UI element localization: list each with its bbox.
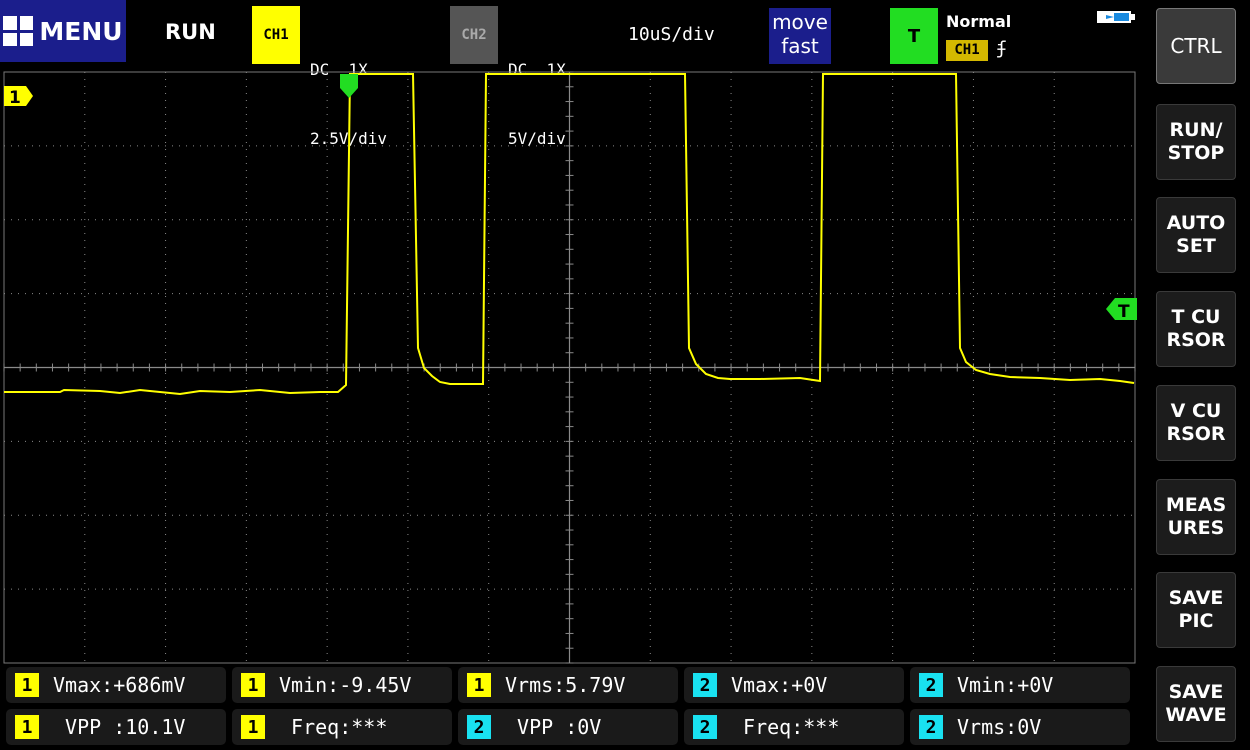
meas-text: VPP :0V: [505, 715, 602, 739]
svg-text:T: T: [1118, 302, 1130, 322]
waveform-display[interactable]: 1 T: [0, 68, 1150, 665]
meas-text: Freq:***: [279, 715, 388, 739]
meas-ch2-vmin[interactable]: 2 Vmin:+0V: [910, 667, 1130, 703]
channel-badge: 2: [693, 673, 717, 697]
channel-badge: 1: [241, 715, 265, 739]
battery-icon: [1097, 11, 1135, 23]
meas-text: Vmin:+0V: [957, 673, 1054, 697]
rising-edge-icon[interactable]: ʄ: [996, 38, 1007, 59]
v-cursor-button[interactable]: V CU RSOR: [1156, 385, 1236, 461]
menu-button[interactable]: MENU: [0, 0, 126, 62]
meas-text: Vrms:0V: [957, 715, 1042, 739]
graticule-grid: [3, 71, 1136, 664]
trigger-mode[interactable]: Normal: [946, 12, 1011, 31]
meas-ch2-vpp[interactable]: 2 VPP :0V: [458, 709, 678, 745]
speed-label: fast: [781, 34, 819, 58]
channel-badge: 2: [919, 715, 943, 739]
meas-ch1-vpp[interactable]: 1 VPP :10.1V: [6, 709, 226, 745]
channel-badge: 2: [919, 673, 943, 697]
meas-ch1-freq[interactable]: 1 Freq:***: [232, 709, 452, 745]
move-speed-button[interactable]: move fast: [769, 8, 831, 64]
meas-text: Vrms:5.79V: [505, 673, 626, 697]
trigger-position-marker[interactable]: [340, 74, 358, 98]
ch1-level-marker[interactable]: 1: [4, 86, 33, 108]
timebase-setting[interactable]: 10uS/div: [628, 24, 715, 45]
meas-text: Vmin:-9.45V: [279, 673, 412, 697]
meas-ch2-freq[interactable]: 2 Freq:***: [684, 709, 904, 745]
svg-text:1: 1: [9, 88, 21, 108]
meas-ch1-vrms[interactable]: 1 Vrms:5.79V: [458, 667, 678, 703]
meas-ch1-vmax[interactable]: 1 Vmax:+686mV: [6, 667, 226, 703]
channel-badge: 1: [467, 673, 491, 697]
meas-text: Freq:***: [731, 715, 840, 739]
meas-text: Vmax:+0V: [731, 673, 828, 697]
grid-icon: [3, 16, 34, 46]
save-pic-button[interactable]: SAVE PIC: [1156, 572, 1236, 648]
auto-set-button[interactable]: AUTO SET: [1156, 197, 1236, 273]
save-wave-button[interactable]: SAVE WAVE: [1156, 666, 1236, 742]
menu-label: MENU: [39, 16, 123, 46]
channel-badge: 1: [15, 715, 39, 739]
trigger-level-marker[interactable]: T: [1106, 298, 1137, 322]
top-bar: MENU RUN CH1 DC 1X 2.5V/div CH2 DC 1X 5V…: [0, 0, 1150, 148]
trigger-button[interactable]: T: [890, 8, 938, 64]
move-label: move: [772, 10, 828, 34]
run-stop-button[interactable]: RUN/ STOP: [1156, 104, 1236, 180]
meas-ch2-vrms[interactable]: 2 Vrms:0V: [910, 709, 1130, 745]
meas-ch2-vmax[interactable]: 2 Vmax:+0V: [684, 667, 904, 703]
ctrl-button[interactable]: CTRL: [1156, 8, 1236, 84]
channel-badge: 2: [467, 715, 491, 739]
meas-ch1-vmin[interactable]: 1 Vmin:-9.45V: [232, 667, 452, 703]
trigger-source[interactable]: CH1: [946, 40, 988, 61]
t-cursor-button[interactable]: T CU RSOR: [1156, 291, 1236, 367]
meas-text: VPP :10.1V: [53, 715, 186, 739]
measures-button[interactable]: MEAS URES: [1156, 479, 1236, 555]
run-status[interactable]: RUN: [165, 20, 216, 44]
ch1-button[interactable]: CH1: [252, 6, 300, 64]
channel-badge: 1: [241, 673, 265, 697]
meas-text: Vmax:+686mV: [53, 673, 186, 697]
channel-badge: 2: [693, 715, 717, 739]
ch2-button[interactable]: CH2: [450, 6, 498, 64]
channel-badge: 1: [15, 673, 39, 697]
